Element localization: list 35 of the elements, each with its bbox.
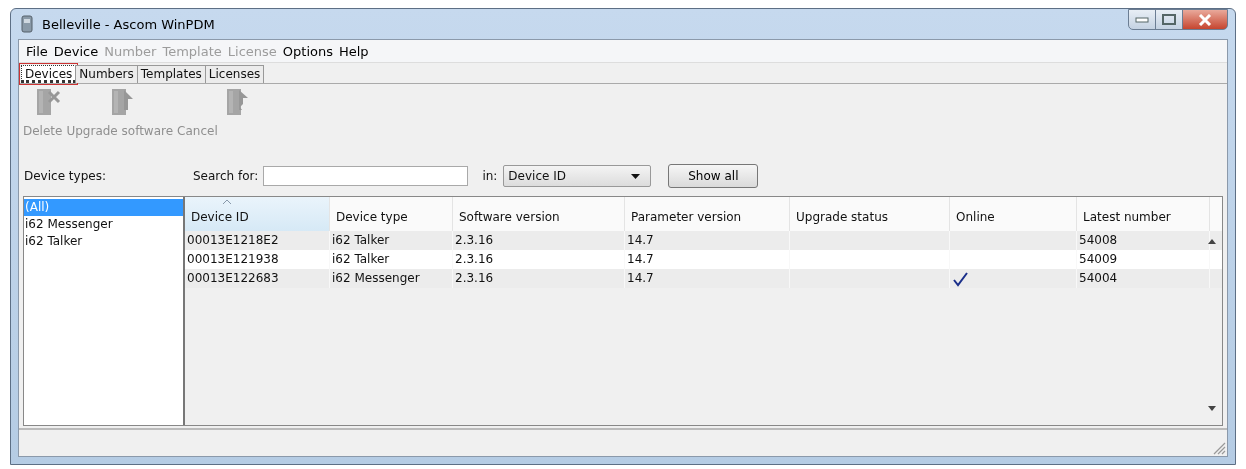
column-header[interactable]: Device ID <box>185 197 330 231</box>
minimize-button[interactable] <box>1128 9 1156 30</box>
search-column-dropdown[interactable]: Device ID <box>503 165 652 187</box>
table-cell: 54004 <box>1077 269 1210 288</box>
resize-grip-icon[interactable] <box>1212 441 1226 455</box>
tab[interactable]: Numbers <box>75 65 138 83</box>
minimize-icon <box>1135 16 1149 23</box>
menu-item[interactable]: File <box>23 43 51 59</box>
close-button[interactable] <box>1182 9 1228 30</box>
table-cell: 00013E122683 <box>185 269 330 288</box>
field-label: Search for: <box>193 169 259 183</box>
field-label: in: <box>482 169 498 183</box>
scroll-down-icon[interactable] <box>1208 406 1216 411</box>
list-item[interactable]: i62 Talker <box>24 233 183 250</box>
scroll-up-icon[interactable] <box>1208 239 1216 244</box>
table-cell: 14.7 <box>625 269 790 288</box>
maximize-icon <box>1162 14 1176 25</box>
menu-item[interactable]: Help <box>336 43 372 59</box>
phone-icon <box>20 15 34 33</box>
maximize-button[interactable] <box>1155 9 1183 30</box>
menu-item[interactable]: Options <box>279 43 336 59</box>
menu-item[interactable]: Device <box>50 43 102 59</box>
caret-icon <box>631 173 641 179</box>
table-cell: 2.3.16 <box>453 269 625 288</box>
show-all-button[interactable]: Show all <box>668 164 759 188</box>
search-field[interactable] <box>263 166 469 186</box>
tab[interactable]: Licenses <box>204 65 265 83</box>
tab[interactable]: Devices <box>21 65 77 83</box>
table-cell: i62 Messenger <box>330 269 453 288</box>
tab[interactable]: Templates <box>136 65 206 83</box>
close-icon <box>1198 13 1212 26</box>
list-item[interactable]: i62 Messenger <box>24 216 183 233</box>
window-title: Belleville - Ascom WinPDM <box>42 16 215 32</box>
field-label: Device types: <box>23 169 107 183</box>
sort-ascending-icon <box>223 200 231 204</box>
